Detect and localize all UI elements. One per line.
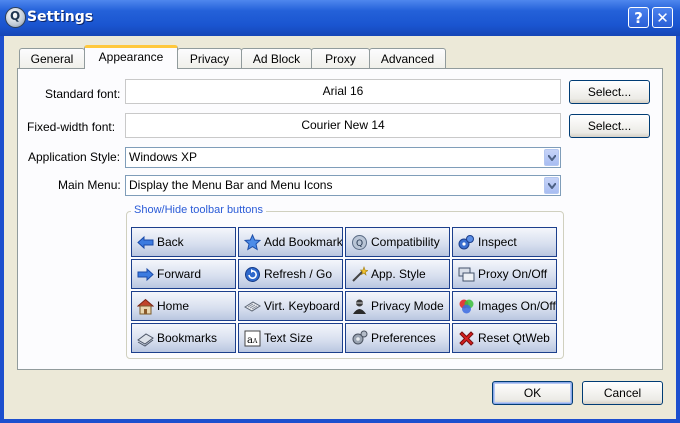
text-size-icon: aA xyxy=(244,330,261,347)
toggle-text-size-button[interactable]: aA Text Size xyxy=(238,323,343,353)
tab-proxy[interactable]: Proxy xyxy=(311,48,370,68)
toggle-privacy-mode-button[interactable]: Privacy Mode xyxy=(345,291,450,321)
button-label: Forward xyxy=(157,267,202,281)
settings-window: Settings ? ✕ General Appearance Privacy … xyxy=(0,0,680,423)
button-label: Add Bookmark xyxy=(264,235,343,249)
qtweb-logo-icon xyxy=(5,7,26,28)
toggle-virtual-keyboard-button[interactable]: Virt. Keyboard xyxy=(238,291,343,321)
button-label: Preferences xyxy=(371,331,436,345)
tab-appearance[interactable]: Appearance xyxy=(84,45,178,69)
window-title: Settings xyxy=(27,9,94,25)
button-label: Virt. Keyboard xyxy=(264,299,340,313)
bookmarks-icon xyxy=(137,333,154,347)
close-button[interactable]: ✕ xyxy=(652,7,673,28)
button-label: Proxy On/Off xyxy=(478,267,548,281)
cancel-button[interactable]: Cancel xyxy=(582,381,663,405)
proxy-icon xyxy=(458,267,475,282)
main-menu-value: Display the Menu Bar and Menu Icons xyxy=(129,178,333,192)
ok-button[interactable]: OK xyxy=(492,381,573,405)
tab-privacy[interactable]: Privacy xyxy=(177,48,242,68)
button-label: Text Size xyxy=(264,331,313,345)
magic-wand-icon xyxy=(352,266,368,282)
button-label: Back xyxy=(157,235,184,249)
tab-advanced[interactable]: Advanced xyxy=(369,48,446,68)
chevron-down-icon[interactable] xyxy=(544,149,559,166)
fixed-font-display: Courier New 14 xyxy=(125,113,561,138)
refresh-icon xyxy=(245,267,260,282)
title-bar[interactable]: Settings ? ✕ xyxy=(0,0,680,36)
button-label: Compatibility xyxy=(371,235,440,249)
incognito-icon xyxy=(353,299,366,314)
toggle-compatibility-button[interactable]: Q Compatibility xyxy=(345,227,450,257)
main-menu-combo[interactable]: Display the Menu Bar and Menu Icons xyxy=(125,175,561,196)
standard-font-display: Arial 16 xyxy=(125,79,561,104)
forward-arrow-icon xyxy=(137,267,154,282)
toggle-back-button[interactable]: Back xyxy=(131,227,236,257)
toggle-home-button[interactable]: Home xyxy=(131,291,236,321)
toggle-inspect-button[interactable]: Inspect xyxy=(452,227,557,257)
toggle-bookmarks-button[interactable]: Bookmarks xyxy=(131,323,236,353)
fixed-font-label: Fixed-width font: xyxy=(27,120,116,134)
star-icon xyxy=(244,234,261,251)
app-style-label: Application Style: xyxy=(28,150,121,164)
home-icon xyxy=(137,298,154,315)
button-label: Reset QtWeb xyxy=(478,331,550,345)
button-label: Inspect xyxy=(478,235,517,249)
standard-font-label: Standard font: xyxy=(45,87,121,101)
back-arrow-icon xyxy=(137,235,154,250)
app-style-combo[interactable]: Windows XP xyxy=(125,147,561,168)
gears-icon xyxy=(458,235,474,250)
toolbar-buttons-group: Show/Hide toolbar buttons Back Add Bookm… xyxy=(126,204,564,359)
keyboard-icon xyxy=(244,301,261,312)
toggle-proxy-button[interactable]: Proxy On/Off xyxy=(452,259,557,289)
svg-text:A: A xyxy=(252,338,258,345)
toggle-reset-button[interactable]: Reset QtWeb xyxy=(452,323,557,353)
dialog-client: General Appearance Privacy Ad Block Prox… xyxy=(4,36,676,419)
toggle-images-button[interactable]: Images On/Off xyxy=(452,291,557,321)
toggle-add-bookmark-button[interactable]: Add Bookmark xyxy=(238,227,343,257)
chevron-down-icon[interactable] xyxy=(544,177,559,194)
button-label: Images On/Off xyxy=(478,299,556,313)
button-label: Home xyxy=(157,299,190,313)
main-menu-label: Main Menu: xyxy=(58,178,121,192)
help-button[interactable]: ? xyxy=(628,7,649,28)
button-label: Refresh / Go xyxy=(264,267,333,281)
standard-font-select-button[interactable]: Select... xyxy=(569,80,650,104)
toggle-refresh-go-button[interactable]: Refresh / Go xyxy=(238,259,343,289)
fixed-font-select-button[interactable]: Select... xyxy=(569,114,650,138)
toggle-forward-button[interactable]: Forward xyxy=(131,259,236,289)
button-label: Privacy Mode xyxy=(371,299,444,313)
red-x-icon xyxy=(459,331,474,346)
svg-text:Q: Q xyxy=(356,239,363,249)
tab-ad-block[interactable]: Ad Block xyxy=(241,48,312,68)
group-title: Show/Hide toolbar buttons xyxy=(131,204,267,216)
toggle-preferences-button[interactable]: Preferences xyxy=(345,323,450,353)
button-label: Bookmarks xyxy=(157,331,218,345)
preferences-icon xyxy=(352,330,368,345)
button-label: App. Style xyxy=(371,267,426,281)
compatibility-icon: Q xyxy=(352,235,367,250)
toggle-app-style-button[interactable]: App. Style xyxy=(345,259,450,289)
app-style-value: Windows XP xyxy=(129,150,198,164)
appearance-panel: Standard font: Arial 16 Select... Fixed-… xyxy=(17,68,663,370)
tab-general[interactable]: General xyxy=(19,48,85,68)
color-wheel-icon xyxy=(459,299,474,314)
